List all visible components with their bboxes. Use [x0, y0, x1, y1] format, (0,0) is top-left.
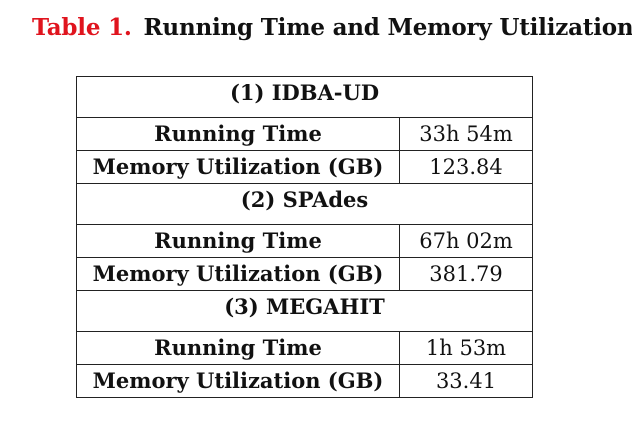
section-row-megahit: (3) MEGAHIT [76, 290, 533, 332]
table-row: Memory Utilization (GB) 381.79 [76, 257, 533, 291]
section-row-spades: (2) SPAdes [76, 183, 533, 225]
metric-value: 1h 53m [399, 331, 533, 365]
metric-label: Memory Utilization (GB) [76, 150, 400, 184]
metric-value: 33h 54m [399, 117, 533, 151]
section-heading-megahit: (3) MEGAHIT [76, 290, 533, 332]
metric-value: 33.41 [399, 364, 533, 398]
section-heading-idba-ud: (1) IDBA-UD [76, 76, 533, 118]
table-row: Memory Utilization (GB) 123.84 [76, 150, 533, 184]
table-row: Running Time 1h 53m [76, 331, 533, 365]
metric-value: 123.84 [399, 150, 533, 184]
table-caption: Table 1. Running Time and Memory Utiliza… [32, 14, 632, 41]
section-row-idba-ud: (1) IDBA-UD [76, 76, 533, 118]
table-row: Running Time 67h 02m [76, 224, 533, 258]
section-heading-spades: (2) SPAdes [76, 183, 533, 225]
metric-value: 67h 02m [399, 224, 533, 258]
table-row: Running Time 33h 54m [76, 117, 533, 151]
results-table: (1) IDBA-UD Running Time 33h 54m Memory … [76, 76, 533, 398]
metric-label: Memory Utilization (GB) [76, 364, 400, 398]
metric-label: Running Time [76, 331, 400, 365]
metric-label: Running Time [76, 224, 400, 258]
table-title: Running Time and Memory Utilization [143, 14, 632, 41]
metric-label: Running Time [76, 117, 400, 151]
metric-value: 381.79 [399, 257, 533, 291]
table-label: Table 1. [32, 14, 132, 41]
metric-label: Memory Utilization (GB) [76, 257, 400, 291]
table-row: Memory Utilization (GB) 33.41 [76, 364, 533, 398]
